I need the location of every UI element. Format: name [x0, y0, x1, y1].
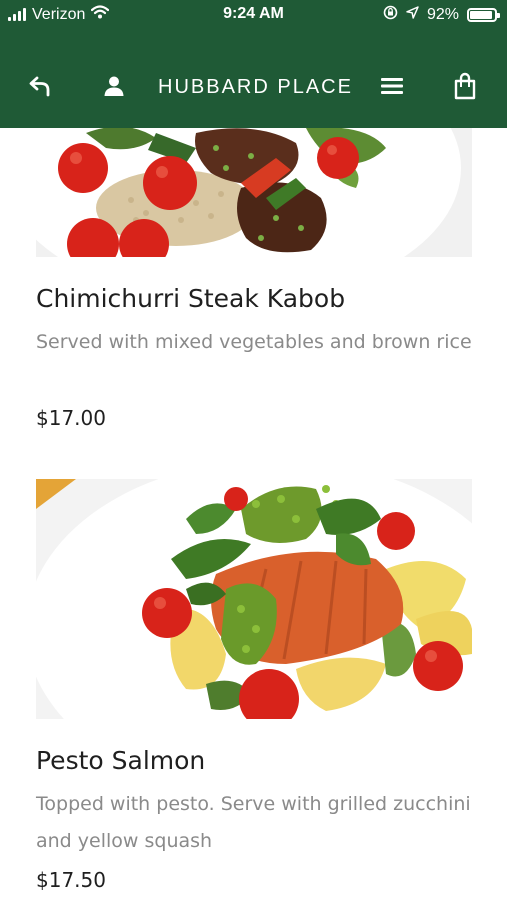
dish-price: $17.00	[36, 406, 106, 430]
battery-percent: 92%	[426, 6, 459, 23]
dish-description: Topped with pesto. Serve with grilled zu…	[36, 793, 471, 852]
menu-icon	[380, 76, 404, 100]
orientation-lock-icon	[383, 5, 398, 25]
pesto-salmon-photo[interactable]	[36, 479, 472, 719]
cart-button[interactable]	[449, 70, 481, 106]
steak-kabob-photo[interactable]	[36, 128, 472, 257]
user-icon	[103, 75, 125, 101]
shopping-bag-icon	[453, 72, 477, 104]
dish-description: Served with mixed vegetables and brown r…	[36, 331, 472, 353]
back-button[interactable]	[24, 70, 56, 106]
back-arrow-icon	[28, 74, 52, 102]
status-bar: Verizon 9:24 AM 92%	[0, 0, 507, 32]
dish-name[interactable]: Pesto Salmon	[36, 746, 205, 775]
menu-list[interactable]: Chimichurri Steak Kabob Served with mixe…	[0, 128, 507, 900]
status-right: 92%	[383, 5, 500, 25]
account-button[interactable]	[98, 70, 130, 106]
app-header: Verizon 9:24 AM 92% HUBBARD PLACE	[0, 0, 507, 128]
battery-icon	[467, 8, 500, 22]
dish-name[interactable]: Chimichurri Steak Kabob	[36, 284, 345, 313]
status-time: 9:24 AM	[223, 5, 284, 22]
location-arrow-icon	[406, 6, 419, 24]
nav-bar: HUBBARD PLACE	[0, 60, 507, 116]
restaurant-title: HUBBARD PLACE	[158, 76, 353, 98]
dish-price: $17.50	[36, 868, 106, 892]
menu-button[interactable]	[376, 70, 408, 106]
